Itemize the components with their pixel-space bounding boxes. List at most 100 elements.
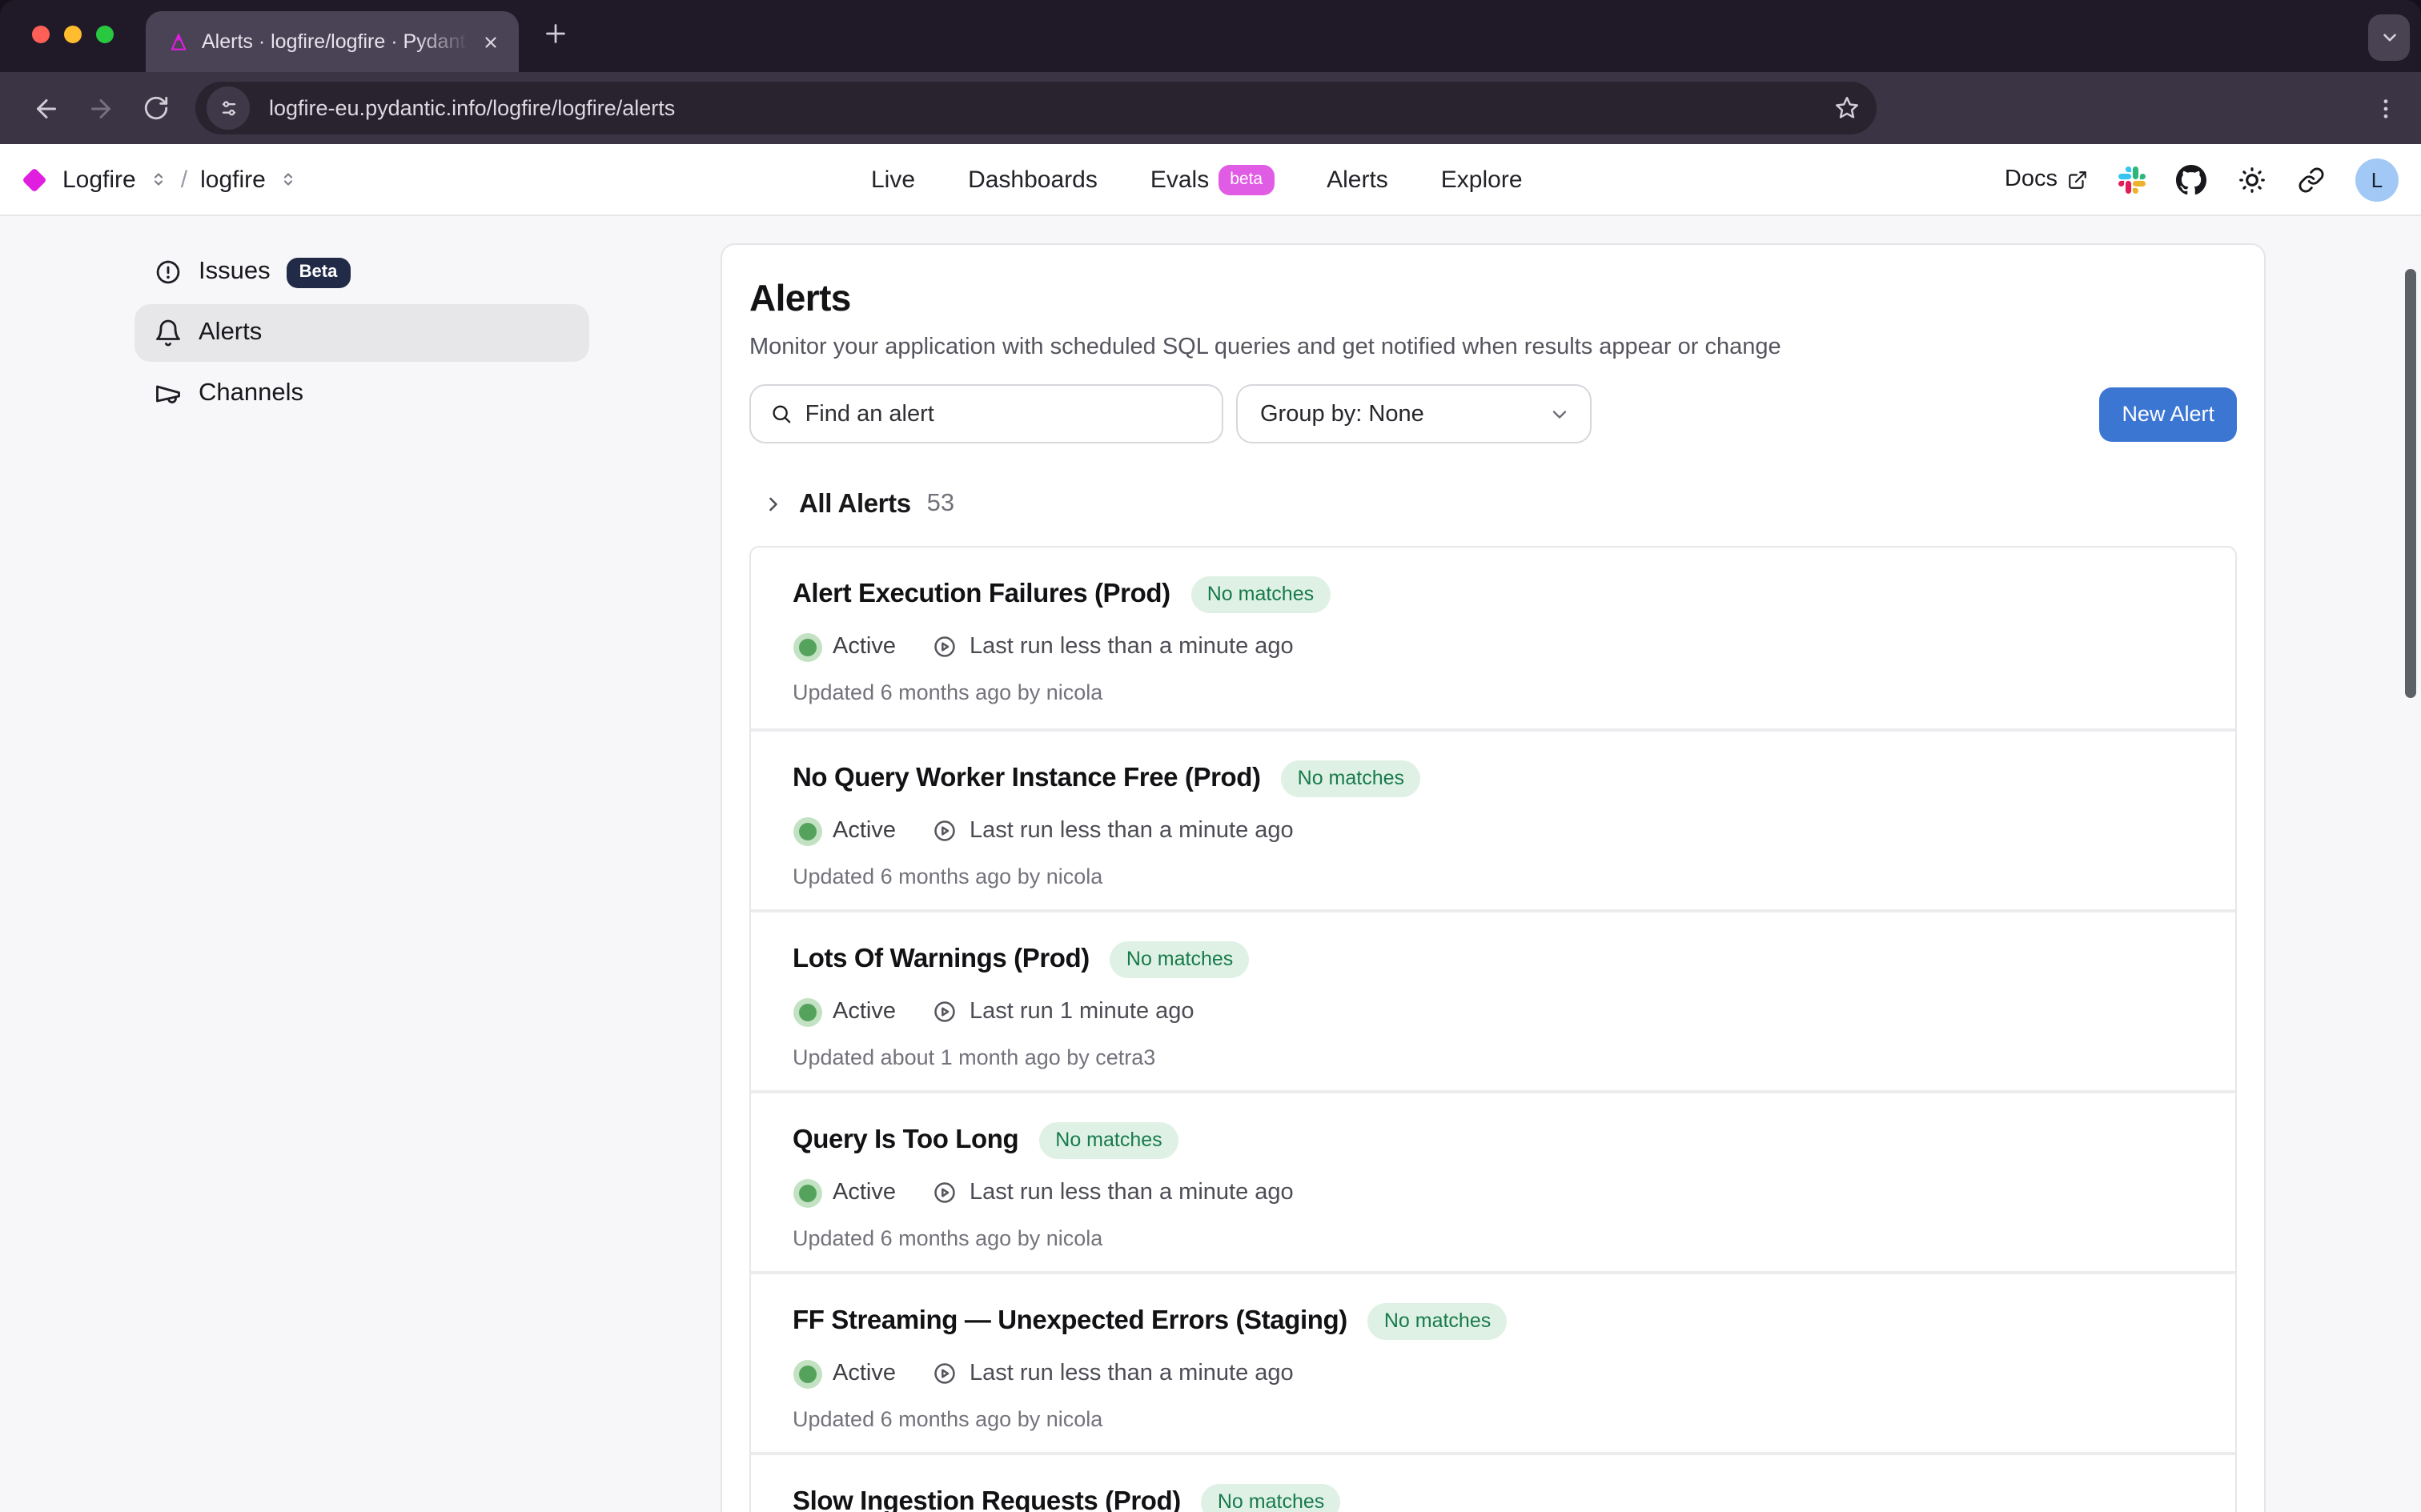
project-selector-icon[interactable] xyxy=(279,168,298,191)
browser-tabstrip: Alerts · logfire/logfire · Pydant xyxy=(0,0,2421,72)
active-status-dot xyxy=(799,638,817,656)
megaphone-icon xyxy=(154,379,183,408)
nav-dashboards[interactable]: Dashboards xyxy=(968,166,1098,193)
url-text[interactable]: logfire-eu.pydantic.info/logfire/logfire… xyxy=(269,96,1833,120)
new-tab-icon[interactable] xyxy=(541,19,570,48)
site-settings-icon[interactable] xyxy=(207,86,250,130)
close-window-button[interactable] xyxy=(32,26,50,43)
chevron-right-icon[interactable] xyxy=(762,493,785,515)
group-name: All Alerts xyxy=(799,489,911,519)
alert-status: Active xyxy=(833,634,896,660)
alert-status-row: Active Last run less than a minute ago xyxy=(793,634,2203,660)
alert-row[interactable]: FF Streaming — Unexpected Errors (Stagin… xyxy=(751,1271,2235,1452)
project-name[interactable]: logfire xyxy=(200,166,266,193)
sidebar-item-issues[interactable]: Issues Beta xyxy=(134,243,589,301)
back-icon[interactable] xyxy=(19,81,74,135)
tab-title: Alerts · logfire/logfire · Pydant xyxy=(202,30,477,53)
search-box[interactable] xyxy=(749,384,1223,443)
play-circle-icon xyxy=(931,999,957,1025)
sidebar-item-label: Alerts xyxy=(199,319,262,347)
github-icon[interactable] xyxy=(2176,164,2206,195)
forward-icon[interactable] xyxy=(74,81,128,135)
minimize-window-button[interactable] xyxy=(64,26,82,43)
active-status-dot xyxy=(799,1184,817,1201)
no-matches-badge: No matches xyxy=(1368,1303,1507,1340)
group-by-select[interactable]: Group by: None xyxy=(1236,384,1592,443)
group-by-value: Group by: None xyxy=(1260,401,1424,427)
no-matches-badge: No matches xyxy=(1282,760,1420,797)
alerts-controls: Group by: None New Alert xyxy=(749,384,2237,443)
new-alert-button[interactable]: New Alert xyxy=(2099,387,2237,441)
org-selector-icon[interactable] xyxy=(149,168,168,191)
alert-row[interactable]: Query Is Too Long No matches Active Last… xyxy=(751,1090,2235,1271)
browser-tab[interactable]: Alerts · logfire/logfire · Pydant xyxy=(146,11,519,72)
avatar[interactable]: L xyxy=(2355,158,2399,201)
external-link-icon xyxy=(2067,169,2088,190)
scrollbar-thumb[interactable] xyxy=(2405,269,2416,698)
tab-close-icon[interactable] xyxy=(477,29,503,54)
alert-updated: Updated 6 months ago by nicola xyxy=(793,680,2203,704)
bookmark-star-icon[interactable] xyxy=(1833,94,1861,122)
sidebar: Issues Beta Alerts Channels xyxy=(134,243,589,423)
alert-list: Alert Execution Failures (Prod) No match… xyxy=(749,546,2237,1512)
url-bar[interactable]: logfire-eu.pydantic.info/logfire/logfire… xyxy=(195,82,1877,134)
play-circle-icon xyxy=(931,1361,957,1386)
alert-updated: Updated about 1 month ago by cetra3 xyxy=(793,1045,2203,1069)
browser-window: Alerts · logfire/logfire · Pydant logfir… xyxy=(0,0,2421,1512)
alert-title[interactable]: FF Streaming — Unexpected Errors (Stagin… xyxy=(793,1306,1347,1337)
search-icon xyxy=(770,402,793,426)
reload-icon[interactable] xyxy=(128,81,183,135)
play-circle-icon xyxy=(931,1180,957,1205)
org-name[interactable]: Logfire xyxy=(62,166,136,193)
sidebar-item-alerts[interactable]: Alerts xyxy=(134,304,589,362)
nav-explore[interactable]: Explore xyxy=(1441,166,1523,193)
alert-group-header[interactable]: All Alerts 53 xyxy=(762,485,2237,523)
no-matches-badge: No matches xyxy=(1110,941,1249,978)
nav-live[interactable]: Live xyxy=(871,166,915,193)
sidebar-item-label: Channels xyxy=(199,379,303,408)
alert-status-row: Active Last run less than a minute ago xyxy=(793,1361,2203,1386)
alert-title[interactable]: Lots Of Warnings (Prod) xyxy=(793,944,1090,975)
alert-updated: Updated 6 months ago by nicola xyxy=(793,1226,2203,1250)
alert-status: Active xyxy=(833,1361,896,1386)
alert-status-row: Active Last run 1 minute ago xyxy=(793,999,2203,1025)
docs-link[interactable]: Docs xyxy=(2005,166,2088,192)
alert-title[interactable]: Slow Ingestion Requests (Prod) xyxy=(793,1487,1181,1512)
alert-last-run: Last run less than a minute ago xyxy=(970,818,1294,844)
theme-sun-icon[interactable] xyxy=(2237,164,2267,195)
chevron-down-icon xyxy=(1548,403,1571,425)
alert-status-row: Active Last run less than a minute ago xyxy=(793,1180,2203,1205)
alert-row[interactable]: No Query Worker Instance Free (Prod) No … xyxy=(751,728,2235,909)
sidebar-item-channels[interactable]: Channels xyxy=(134,365,589,423)
active-status-dot xyxy=(799,1365,817,1382)
nav-alerts[interactable]: Alerts xyxy=(1327,166,1388,193)
browser-toolbar: logfire-eu.pydantic.info/logfire/logfire… xyxy=(0,72,2421,144)
browser-menu-icon[interactable] xyxy=(2373,95,2399,121)
tab-search-chevron-icon[interactable] xyxy=(2368,14,2410,61)
nav-evals[interactable]: Evalsbeta xyxy=(1150,164,1274,195)
alert-status: Active xyxy=(833,1180,896,1205)
no-matches-badge: No matches xyxy=(1039,1122,1178,1159)
alert-last-run: Last run less than a minute ago xyxy=(970,634,1294,660)
alert-updated: Updated 6 months ago by nicola xyxy=(793,864,2203,888)
alert-row[interactable]: Alert Execution Failures (Prod) No match… xyxy=(751,547,2235,728)
issues-icon xyxy=(154,258,183,287)
top-nav: Live Dashboards Evalsbeta Alerts Explore xyxy=(871,164,1523,195)
alert-title[interactable]: No Query Worker Instance Free (Prod) xyxy=(793,764,1261,794)
play-circle-icon xyxy=(931,818,957,844)
window-controls xyxy=(32,26,114,43)
alert-title[interactable]: Alert Execution Failures (Prod) xyxy=(793,580,1170,610)
alert-row[interactable]: Slow Ingestion Requests (Prod) No matche… xyxy=(751,1452,2235,1512)
maximize-window-button[interactable] xyxy=(96,26,114,43)
group-count: 53 xyxy=(927,490,955,519)
active-status-dot xyxy=(799,1003,817,1021)
alert-title[interactable]: Query Is Too Long xyxy=(793,1125,1018,1156)
logfire-logo xyxy=(22,166,46,191)
page: Logfire / logfire Live Dashboards Evalsb… xyxy=(0,144,2421,1512)
search-input[interactable] xyxy=(805,401,1206,427)
alert-row[interactable]: Lots Of Warnings (Prod) No matches Activ… xyxy=(751,909,2235,1090)
logfire-favicon xyxy=(168,31,189,52)
link-icon[interactable] xyxy=(2298,166,2325,193)
slack-icon[interactable] xyxy=(2118,166,2146,193)
issues-beta-badge: Beta xyxy=(287,257,351,287)
